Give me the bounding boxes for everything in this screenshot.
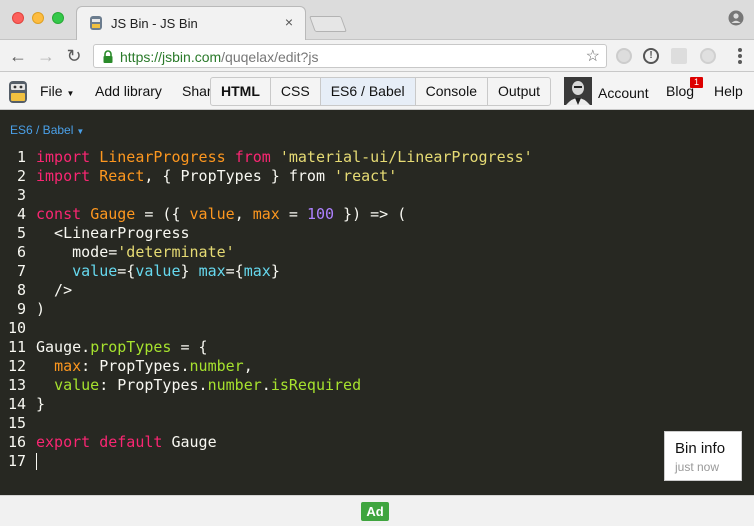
line-number: 17 (7, 452, 26, 470)
code-line: 8 /> (0, 281, 72, 300)
line-number: 11 (7, 338, 26, 356)
jsbin-menubar: File ▼ Add library Share HTML CSS ES6 / … (0, 72, 754, 110)
code-line: 17 (0, 452, 37, 471)
code-line: 4 const Gauge = ({ value, max = 100 }) =>… (0, 205, 406, 224)
profile-icon[interactable] (728, 10, 744, 26)
line-number: 2 (16, 167, 26, 185)
ad-badge[interactable]: Ad (361, 502, 389, 521)
js-editor-panel[interactable]: ES6 / Babel ▼ 1 import LinearProgress from… (0, 111, 754, 495)
extension-icon[interactable] (616, 48, 632, 64)
back-arrow-icon[interactable]: ← (8, 46, 28, 66)
reload-icon[interactable]: ↻ (64, 46, 84, 66)
line-number: 12 (7, 357, 26, 375)
line-number: 5 (16, 224, 26, 242)
blog-notification-badge: 1 (690, 77, 703, 88)
file-menu[interactable]: File ▼ (40, 72, 74, 110)
new-tab-button[interactable] (309, 16, 347, 32)
line-number: 3 (16, 186, 26, 204)
line-number: 9 (16, 300, 26, 318)
browser-menu-icon[interactable] (738, 48, 742, 64)
bin-info-title: Bin info (675, 440, 726, 457)
window-close-button[interactable] (12, 12, 24, 24)
panel-toggle-css[interactable]: CSS (271, 78, 321, 105)
panel-toggles: HTML CSS ES6 / Babel Console Output (210, 77, 552, 106)
code-line: 9) (0, 300, 45, 319)
line-number: 7 (16, 262, 26, 280)
code-line: 15 (0, 414, 26, 433)
forward-arrow-icon[interactable]: → (36, 46, 56, 66)
footer-bar: Ad (0, 495, 754, 526)
extension-circle-icon[interactable] (700, 48, 716, 64)
text-cursor (36, 453, 37, 470)
line-number: 6 (16, 243, 26, 261)
panel-toggle-js[interactable]: ES6 / Babel (320, 78, 416, 105)
browser-toolbar: ← → ↻ https://jsbin.com/quqelax/edit?js … (0, 40, 754, 72)
window-minimize-button[interactable] (32, 12, 44, 24)
tab-title: JS Bin - JS Bin (111, 16, 198, 31)
code-line: 3 (0, 186, 26, 205)
editor-mode-selector[interactable]: ES6 / Babel ▼ (10, 123, 84, 137)
help-link[interactable]: Help (714, 72, 743, 110)
info-extension-icon[interactable]: ! (643, 48, 659, 64)
chevron-down-icon: ▼ (76, 127, 85, 136)
code-line: 6 mode='determinate' (0, 243, 235, 262)
tab-close-icon[interactable]: × (281, 14, 297, 30)
line-number: 1 (16, 148, 26, 166)
url-text: https://jsbin.com/quqelax/edit?js (120, 49, 319, 65)
line-number: 13 (7, 376, 26, 394)
code-line: 12 max: PropTypes.number, (0, 357, 253, 376)
bin-info-panel[interactable]: Bin info just now (664, 431, 742, 481)
address-bar[interactable]: https://jsbin.com/quqelax/edit?js ☆ (93, 44, 607, 68)
code-line: 16 export default Gauge (0, 433, 217, 452)
extension-grid-icon[interactable] (671, 48, 687, 64)
account-menu[interactable]: Account (598, 74, 649, 112)
code-line: 5 <LinearProgress (0, 224, 190, 243)
lock-icon (103, 50, 113, 63)
jsbin-favicon-icon (90, 16, 102, 30)
code-line: 1 import LinearProgress from 'material-ui… (0, 148, 533, 167)
code-line: 10 (0, 319, 26, 338)
jsbin-logo-icon[interactable] (8, 80, 28, 104)
line-number: 16 (7, 433, 26, 451)
bookmark-star-icon[interactable]: ☆ (586, 46, 600, 66)
code-line: 2 import React, { PropTypes } from 'react… (0, 167, 397, 186)
add-library-menu[interactable]: Add library (95, 72, 162, 110)
code-line: 13 value: PropTypes.number.isRequired (0, 376, 361, 395)
line-number: 14 (7, 395, 26, 413)
panel-toggle-output[interactable]: Output (488, 78, 550, 105)
line-number: 15 (7, 414, 26, 432)
browser-titlebar: JS Bin - JS Bin × (0, 0, 754, 40)
chevron-down-icon: ▼ (66, 89, 75, 98)
code-line: 11 Gauge.propTypes = { (0, 338, 208, 357)
avatar[interactable] (564, 77, 592, 105)
window-maximize-button[interactable] (52, 12, 64, 24)
browser-tab[interactable]: JS Bin - JS Bin × (76, 6, 306, 40)
panel-toggle-console[interactable]: Console (416, 78, 488, 105)
bin-info-timestamp: just now (675, 460, 720, 474)
code-area[interactable]: 1 import LinearProgress from 'material-ui… (0, 148, 533, 471)
panel-toggle-html[interactable]: HTML (211, 78, 271, 105)
line-number: 10 (7, 319, 26, 337)
code-line: 14} (0, 395, 45, 414)
code-line: 7 value={value} max={max} (0, 262, 280, 281)
line-number: 8 (16, 281, 26, 299)
line-number: 4 (16, 205, 26, 223)
